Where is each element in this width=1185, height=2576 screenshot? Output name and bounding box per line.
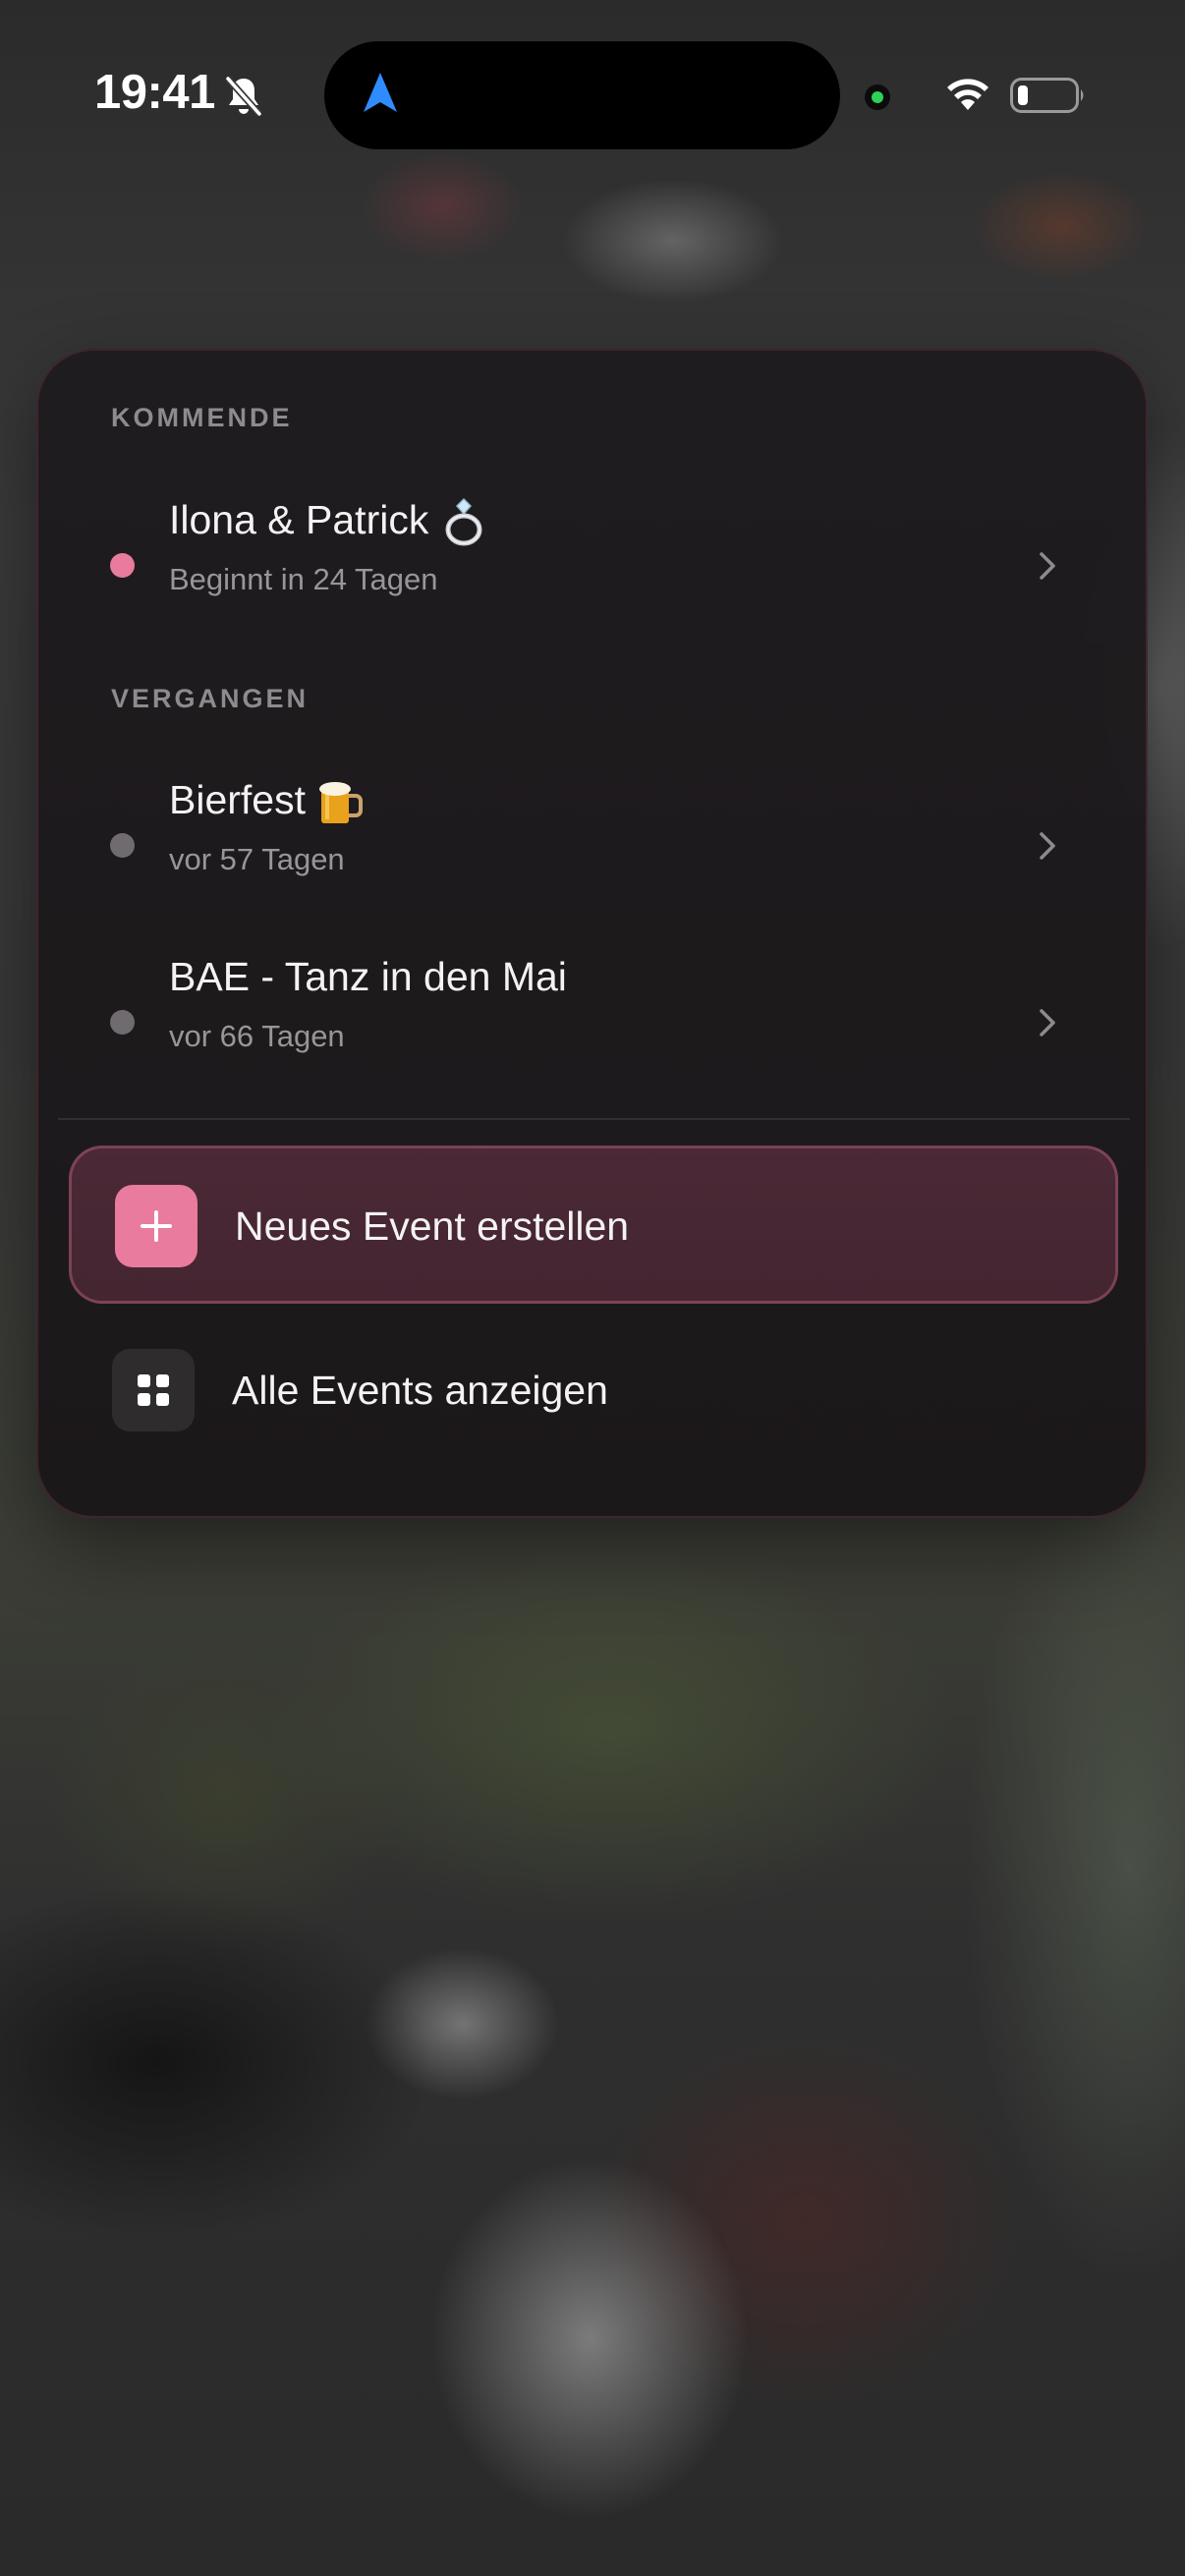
event-title: Ilona & Patrick xyxy=(169,497,489,548)
beer-mug-icon xyxy=(319,782,363,824)
create-event-label: Neues Event erstellen xyxy=(235,1204,630,1249)
wifi-icon xyxy=(947,79,988,110)
section-label-past: VERGANGEN xyxy=(111,684,310,713)
menu-divider xyxy=(58,1118,1130,1120)
chevron-right-icon xyxy=(1040,552,1055,580)
battery-icon xyxy=(1010,78,1084,113)
plus-icon-tile xyxy=(115,1185,198,1267)
plus-icon xyxy=(141,1210,172,1242)
event-status-dot xyxy=(110,833,135,858)
status-bar: 19:41 xyxy=(0,0,1185,149)
show-all-events-label: Alle Events anzeigen xyxy=(232,1368,608,1413)
dynamic-island xyxy=(324,41,840,149)
section-label-upcoming: KOMMENDE xyxy=(111,403,293,432)
status-time: 19:41 xyxy=(94,66,215,119)
create-event-button[interactable]: Neues Event erstellen xyxy=(69,1146,1118,1304)
chevron-right-icon xyxy=(1040,1009,1055,1036)
event-status-dot xyxy=(110,553,135,578)
event-row-bae-tanz[interactable]: BAE - Tanz in den Mai vor 66 Tagen xyxy=(38,922,1146,1069)
event-subtitle: vor 66 Tagen xyxy=(169,1019,345,1053)
chevron-right-icon xyxy=(1040,832,1055,860)
event-title: Bierfest xyxy=(169,777,365,827)
navigation-arrow-icon xyxy=(364,73,397,112)
event-subtitle: vor 57 Tagen xyxy=(169,842,345,876)
event-subtitle: Beginnt in 24 Tagen xyxy=(169,562,438,596)
grid-icon xyxy=(138,1374,169,1406)
event-row-ilona-patrick[interactable]: Ilona & Patrick Beginnt in 24 Tagen xyxy=(38,465,1146,612)
event-row-bierfest[interactable]: Bierfest vor 57 Tagen xyxy=(38,745,1146,892)
event-status-dot xyxy=(110,1010,135,1035)
grid-icon-tile xyxy=(112,1349,195,1431)
bell-slash-icon xyxy=(225,76,262,117)
show-all-events-button[interactable]: Alle Events anzeigen xyxy=(69,1323,1118,1456)
ring-icon xyxy=(445,498,482,546)
camera-active-dot-icon xyxy=(865,84,890,110)
event-title: BAE - Tanz in den Mai xyxy=(169,954,567,999)
events-menu-card: KOMMENDE Ilona & Patrick Beginnt in 24 T… xyxy=(36,349,1148,1518)
